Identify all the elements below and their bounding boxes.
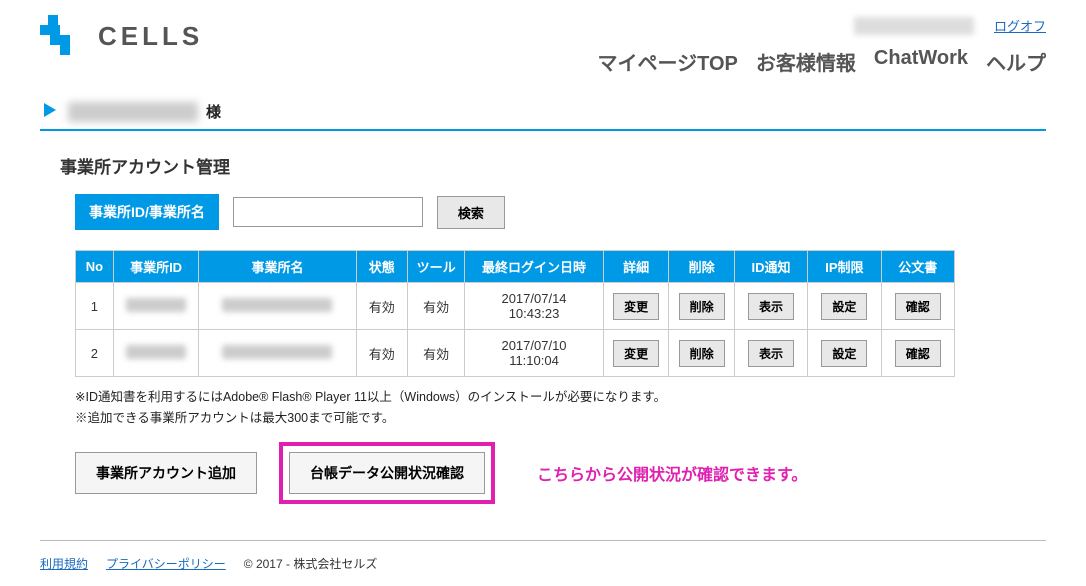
cell-tool: 有効 xyxy=(407,283,464,330)
delete-button[interactable]: 削除 xyxy=(679,293,725,320)
cell-status: 有効 xyxy=(356,283,407,330)
nav-chatwork[interactable]: ChatWork xyxy=(874,47,968,76)
header: CELLS ログオフ マイページTOP お客様情報 ChatWork ヘルプ xyxy=(40,10,1046,76)
col-documents: 公文書 xyxy=(881,251,954,283)
note-limit: ※追加できる事業所アカウントは最大300まで可能です。 xyxy=(75,408,1046,429)
greeting: 様 xyxy=(40,100,1046,123)
col-ip-restrict: IP制限 xyxy=(808,251,881,283)
search-input[interactable] xyxy=(233,197,423,227)
col-delete: 削除 xyxy=(669,251,735,283)
change-button[interactable]: 変更 xyxy=(613,293,659,320)
col-id-notify: ID通知 xyxy=(734,251,807,283)
logoff-link[interactable]: ログオフ xyxy=(994,16,1046,35)
col-detail: 詳細 xyxy=(603,251,669,283)
highlight-box: 台帳データ公開状況確認 xyxy=(279,442,495,504)
change-button[interactable]: 変更 xyxy=(613,340,659,367)
username-display xyxy=(854,17,974,35)
cell-office-name xyxy=(199,330,356,377)
col-no: No xyxy=(76,251,114,283)
cell-no: 2 xyxy=(76,330,114,377)
settings-button[interactable]: 設定 xyxy=(821,340,867,367)
col-office-id: 事業所ID xyxy=(113,251,199,283)
cell-office-id xyxy=(113,283,199,330)
search-button[interactable]: 検索 xyxy=(437,196,505,229)
col-tool: ツール xyxy=(407,251,464,283)
copyright: © 2017 - 株式会社セルズ xyxy=(244,555,378,572)
table-row: 2 有効 有効 2017/07/1011:10:04 変更 削除 表示 設定 確… xyxy=(76,330,955,377)
cells-logo-icon xyxy=(40,15,88,58)
cell-no: 1 xyxy=(76,283,114,330)
cell-office-id xyxy=(113,330,199,377)
accounts-table: No 事業所ID 事業所名 状態 ツール 最終ログイン日時 詳細 削除 ID通知… xyxy=(75,250,955,377)
privacy-link[interactable]: プライバシーポリシー xyxy=(106,555,226,572)
search-bar: 事業所ID/事業所名 検索 xyxy=(75,194,1046,230)
col-last-login: 最終ログイン日時 xyxy=(465,251,604,283)
nav-customer-info[interactable]: お客様情報 xyxy=(756,47,856,76)
note-flash: ※ID通知書を利用するにはAdobe® Flash® Player 11以上（W… xyxy=(75,387,1046,408)
section-title: 事業所アカウント管理 xyxy=(40,153,1046,178)
settings-button[interactable]: 設定 xyxy=(821,293,867,320)
logo-text: CELLS xyxy=(98,21,203,52)
footer: 利用規約 プライバシーポリシー © 2017 - 株式会社セルズ xyxy=(40,540,1046,586)
confirm-button[interactable]: 確認 xyxy=(895,293,941,320)
company-name-display xyxy=(68,102,198,122)
play-icon xyxy=(40,100,60,123)
delete-button[interactable]: 削除 xyxy=(679,340,725,367)
show-button[interactable]: 表示 xyxy=(748,340,794,367)
main-nav: マイページTOP お客様情報 ChatWork ヘルプ xyxy=(598,47,1046,76)
cell-status: 有効 xyxy=(356,330,407,377)
nav-mypage-top[interactable]: マイページTOP xyxy=(598,47,738,76)
cell-tool: 有効 xyxy=(407,330,464,377)
show-button[interactable]: 表示 xyxy=(748,293,794,320)
bottom-actions: 事業所アカウント追加 台帳データ公開状況確認 こちらから公開状況が確認できます。 xyxy=(75,442,1046,504)
callout-text: こちらから公開状況が確認できます。 xyxy=(537,461,807,485)
nav-help[interactable]: ヘルプ xyxy=(986,47,1046,76)
greeting-suffix: 様 xyxy=(206,101,221,122)
cell-office-name xyxy=(199,283,356,330)
col-status: 状態 xyxy=(356,251,407,283)
divider xyxy=(40,129,1046,131)
col-office-name: 事業所名 xyxy=(199,251,356,283)
cell-last-login: 2017/07/1410:43:23 xyxy=(465,283,604,330)
logo[interactable]: CELLS xyxy=(40,10,203,58)
confirm-button[interactable]: 確認 xyxy=(895,340,941,367)
notes: ※ID通知書を利用するにはAdobe® Flash® Player 11以上（W… xyxy=(75,387,1046,430)
search-label: 事業所ID/事業所名 xyxy=(75,194,219,230)
table-row: 1 有効 有効 2017/07/1410:43:23 変更 削除 表示 設定 確… xyxy=(76,283,955,330)
ledger-status-button[interactable]: 台帳データ公開状況確認 xyxy=(289,452,485,494)
add-account-button[interactable]: 事業所アカウント追加 xyxy=(75,452,257,494)
terms-link[interactable]: 利用規約 xyxy=(40,555,88,572)
cell-last-login: 2017/07/1011:10:04 xyxy=(465,330,604,377)
